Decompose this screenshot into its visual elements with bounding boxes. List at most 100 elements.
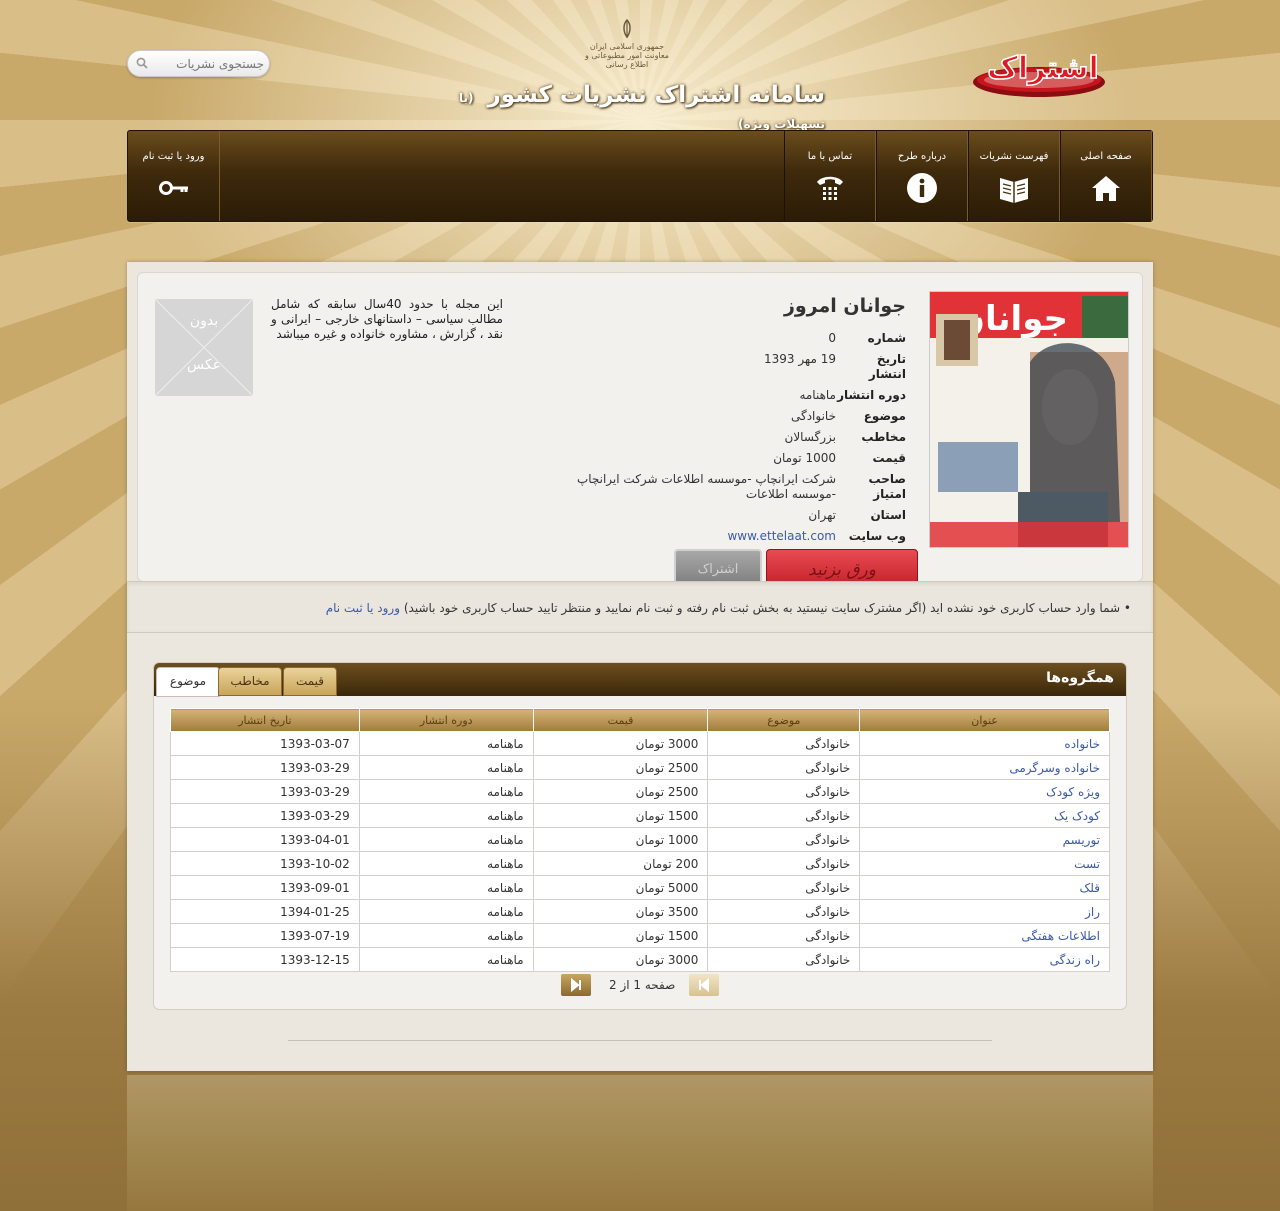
cell-subject: خانوادگی <box>707 947 861 972</box>
publication-link[interactable]: خانواده <box>1064 737 1100 751</box>
column-title[interactable]: عنوان <box>859 708 1110 732</box>
cell-date: 1393-04-01 <box>170 827 360 852</box>
column-price[interactable]: قیمت <box>532 708 709 732</box>
key-icon <box>158 181 188 195</box>
nav-item-publications[interactable]: فهرست نشریات <box>968 131 1060 221</box>
table-row: راز خانوادگی 3500 تومان ماهنامه 1394-01-25 <box>170 899 1110 924</box>
emblem-line-2: معاونت امور مطبوعاتی و اطلاع رسانی <box>584 51 670 69</box>
field-province-label: استان <box>870 508 906 522</box>
cell-price: 1500 تومان <box>532 803 709 828</box>
related-publications-header: همگروه‌ها موضوع مخاطب قیمت <box>154 663 1126 697</box>
nav-item-login[interactable]: ورود یا ثبت نام <box>128 131 220 221</box>
site-logo[interactable]: اشتراک <box>968 42 1110 100</box>
field-publish-date-value: 19 مهر 1393 <box>763 352 836 366</box>
publication-link[interactable]: کودک یک <box>1054 809 1100 823</box>
tab-audience[interactable]: مخاطب <box>218 667 282 696</box>
publication-link[interactable]: قلک <box>1080 881 1100 895</box>
publication-link[interactable]: تست <box>1074 857 1100 871</box>
pager-first-button[interactable] <box>689 974 719 996</box>
nav-item-home[interactable]: صفحه اصلی <box>1060 131 1152 221</box>
cell-subject: خانوادگی <box>707 779 861 804</box>
field-subject: موضوع خانوادگی <box>546 409 906 424</box>
cell-date: 1393-03-29 <box>170 779 360 804</box>
cell-subject: خانوادگی <box>707 755 861 780</box>
cell-subject: خانوادگی <box>707 875 861 900</box>
emblem-line-1: جمهوری اسلامی ایران <box>589 42 665 51</box>
pager-text: صفحه 1 از 2 <box>609 978 676 992</box>
page-footer <box>127 1075 1153 1211</box>
pager: صفحه 1 از 2 <box>154 974 1126 998</box>
field-province-value: تهران <box>808 508 836 522</box>
publication-link[interactable]: ویژه کودک <box>1046 785 1100 799</box>
cell-subject: خانوادگی <box>707 827 861 852</box>
book-icon <box>1000 178 1028 203</box>
logo-graphic: اشتراک <box>973 50 1105 97</box>
info-icon <box>907 173 937 203</box>
cell-title: تست <box>859 851 1110 876</box>
cell-date: 1393-03-29 <box>170 755 360 780</box>
field-price: قیمت 1000 تومان <box>546 451 906 466</box>
cell-title: راز <box>859 899 1110 924</box>
cell-period: ماهنامه <box>358 827 534 852</box>
nav-item-about[interactable]: درباره طرح <box>876 131 968 221</box>
cell-date: 1393-07-19 <box>170 923 360 948</box>
cell-period: ماهنامه <box>358 899 534 924</box>
first-page-icon <box>699 977 709 993</box>
last-page-icon <box>571 977 581 993</box>
cell-period: ماهنامه <box>358 731 534 756</box>
cell-price: 2500 تومان <box>532 755 709 780</box>
field-issue-label: شماره <box>867 331 906 345</box>
website-link[interactable]: www.ettelaat.com <box>727 529 836 543</box>
tab-price[interactable]: قیمت <box>283 667 337 696</box>
search-input[interactable] <box>150 55 264 73</box>
magazine-description: این مجله با حدود 40سال سابقه که شامل مطا… <box>271 297 503 341</box>
search-box[interactable] <box>127 50 270 77</box>
table-row: توریسم خانوادگی 1000 تومان ماهنامه 1393-04-0… <box>170 827 1110 852</box>
cell-title: کودک یک <box>859 803 1110 828</box>
notice-text: شما وارد حساب کاربری خود نشده اید (اگر م… <box>403 601 1121 615</box>
magazine-cover[interactable]: جوانان <box>929 291 1129 548</box>
magazine-fields: شماره 0 تاریخ انتشار 19 مهر 1393 دوره ان… <box>546 331 906 550</box>
cell-subject: خانوادگی <box>707 923 861 948</box>
no-image-text-2: عکس <box>187 357 221 373</box>
cell-title: توریسم <box>859 827 1110 852</box>
magazine-title: جوانان امروز <box>783 295 906 317</box>
cell-date: 1393-03-07 <box>170 731 360 756</box>
column-period[interactable]: دوره انتشار <box>358 708 534 732</box>
publication-link[interactable]: خانواده وسرگرمی <box>1009 761 1100 775</box>
notice-bullet: • <box>1123 601 1131 615</box>
cell-subject: خانوادگی <box>707 851 861 876</box>
nav-item-contact[interactable]: تماس با ما <box>784 131 876 221</box>
magazine-info-box: جوانان جوانان امروز شماره 0 تاریخ انتشار… <box>137 272 1143 591</box>
field-period: دوره انتشار ماهنامه <box>546 388 906 403</box>
column-date[interactable]: تاریخ انتشار <box>170 708 360 732</box>
cell-date: 1393-12-15 <box>170 947 360 972</box>
search-icon[interactable] <box>136 57 148 69</box>
table-row: راه زندگی خانوادگی 3000 تومان ماهنامه 1393-1… <box>170 947 1110 972</box>
cell-title: ویژه کودک <box>859 779 1110 804</box>
publication-link[interactable]: اطلاعات هفتگی <box>1021 929 1100 943</box>
field-owner-value: شرکت ایرانچاپ -موسسه اطلاعات شرکت ایرانچ… <box>576 472 836 501</box>
column-subject[interactable]: موضوع <box>707 708 861 732</box>
cell-title: خانواده <box>859 731 1110 756</box>
publication-link[interactable]: توریسم <box>1063 833 1100 847</box>
cell-period: ماهنامه <box>358 851 534 876</box>
field-website-label: وب سایت <box>848 529 906 543</box>
cell-period: ماهنامه <box>358 755 534 780</box>
field-issue: شماره 0 <box>546 331 906 346</box>
field-subject-label: موضوع <box>863 409 906 423</box>
field-price-value: 1000 تومان <box>773 451 836 465</box>
tab-subject[interactable]: موضوع <box>156 667 220 697</box>
publication-link[interactable]: راز <box>1085 905 1100 919</box>
cell-period: ماهنامه <box>358 923 534 948</box>
notice-login-link[interactable]: ورود یا ثبت نام <box>326 601 400 615</box>
field-period-value: ماهنامه <box>799 388 836 402</box>
site-title: سامانه اشتراک نشریات کشور (با تسهیلات وی… <box>425 82 825 134</box>
cell-date: 1394-01-25 <box>170 899 360 924</box>
pager-last-button[interactable] <box>561 974 591 996</box>
publication-link[interactable]: راه زندگی <box>1050 953 1100 967</box>
cell-date: 1393-10-02 <box>170 851 360 876</box>
site-title-main: سامانه اشتراک نشریات کشور <box>487 82 825 108</box>
main-nav: صفحه اصلی فهرست نشریات درباره طرح تماس ب… <box>127 130 1153 222</box>
field-period-label: دوره انتشار <box>837 388 906 402</box>
